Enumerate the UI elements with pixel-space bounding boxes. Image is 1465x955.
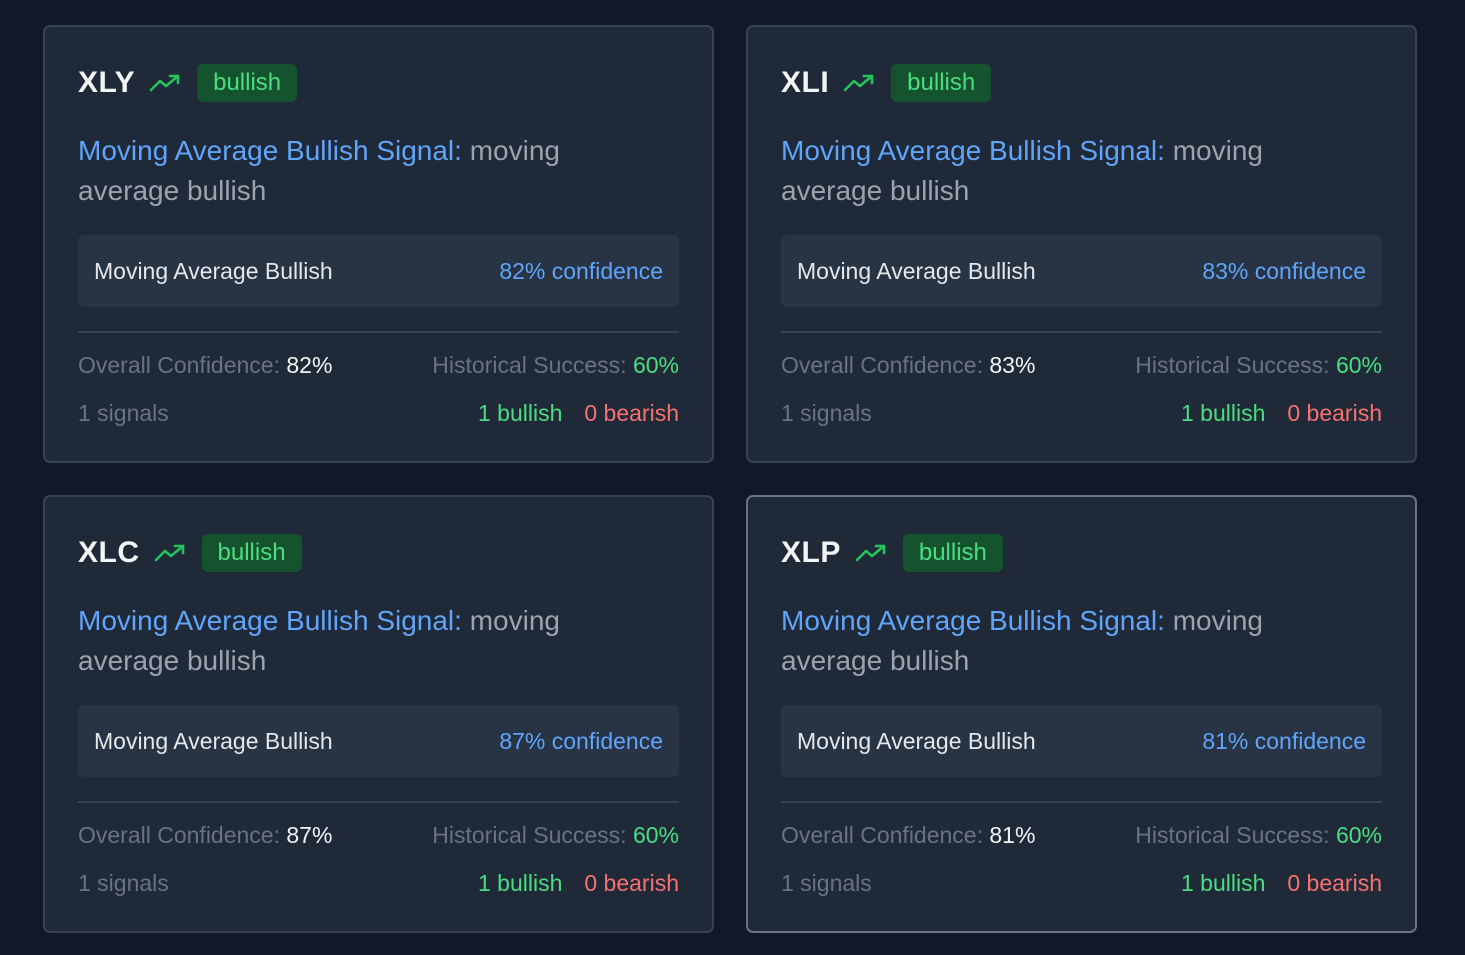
bearish-count: 0 bearish (1287, 870, 1382, 896)
stats-row: Overall Confidence: 83% Historical Succe… (781, 351, 1382, 379)
ticker-symbol: XLP (781, 536, 841, 569)
historical-success-value: 60% (1335, 352, 1382, 378)
signal-label: Moving Average Bullish Signal: (78, 605, 462, 636)
signals-count: 1 signals (781, 870, 872, 896)
divider (781, 801, 1382, 803)
historical-success-label: Historical Success: (432, 352, 627, 378)
signals-count: 1 signals (781, 400, 872, 426)
signal-label: Moving Average Bullish Signal: (781, 135, 1165, 166)
signal-confidence: 81% confidence (1202, 727, 1366, 754)
stats-row: Overall Confidence: 81% Historical Succe… (781, 821, 1382, 849)
sentiment-badge: bullish (891, 64, 992, 102)
card-header: XLC bullish (78, 533, 679, 573)
overall-confidence-label: Overall Confidence: (781, 352, 983, 378)
signal-description: Moving Average Bullish Signal: moving av… (781, 601, 1321, 681)
overall-confidence-label: Overall Confidence: (78, 822, 280, 848)
signal-row: Moving Average Bullish 87% confidence (78, 705, 679, 777)
card-header: XLP bullish (781, 533, 1382, 573)
bullish-count: 1 bullish (477, 870, 563, 896)
signals-count: 1 signals (78, 870, 169, 896)
bullish-count: 1 bullish (477, 400, 563, 426)
ticker-symbol: XLI (781, 66, 830, 99)
signal-confidence: 87% confidence (499, 727, 663, 754)
historical-success-label: Historical Success: (432, 822, 627, 848)
bullish-count: 1 bullish (1180, 870, 1266, 896)
stats-row: Overall Confidence: 82% Historical Succe… (78, 351, 679, 379)
bearish-count: 0 bearish (584, 870, 679, 896)
bearish-count: 0 bearish (584, 400, 679, 426)
divider (78, 331, 679, 333)
signal-row: Moving Average Bullish 81% confidence (781, 705, 1382, 777)
signals-count: 1 signals (78, 400, 169, 426)
trending-up-icon (843, 72, 877, 94)
overall-confidence-value: 82% (286, 352, 333, 378)
counts-row: 1 signals 1 bullish 0 bearish (78, 869, 679, 897)
counts-row: 1 signals 1 bullish 0 bearish (78, 399, 679, 427)
signal-card-grid: XLY bullish Moving Average Bullish Signa… (43, 25, 1417, 933)
overall-confidence-value: 81% (989, 822, 1036, 848)
signal-card-xlc[interactable]: XLC bullish Moving Average Bullish Signa… (43, 495, 714, 933)
counts-row: 1 signals 1 bullish 0 bearish (781, 399, 1382, 427)
signal-card-xlp[interactable]: XLP bullish Moving Average Bullish Signa… (746, 495, 1417, 933)
card-header: XLY bullish (78, 63, 679, 103)
ticker-symbol: XLC (78, 536, 140, 569)
signal-label: Moving Average Bullish Signal: (781, 605, 1165, 636)
signal-name: Moving Average Bullish (94, 727, 333, 754)
signal-row: Moving Average Bullish 82% confidence (78, 235, 679, 307)
signal-label: Moving Average Bullish Signal: (78, 135, 462, 166)
signal-card-xly[interactable]: XLY bullish Moving Average Bullish Signa… (43, 25, 714, 463)
signal-row: Moving Average Bullish 83% confidence (781, 235, 1382, 307)
ticker-symbol: XLY (78, 66, 136, 99)
signal-name: Moving Average Bullish (797, 257, 1036, 284)
trending-up-icon (149, 72, 183, 94)
overall-confidence-value: 83% (989, 352, 1036, 378)
historical-success-value: 60% (632, 352, 679, 378)
sentiment-badge: bullish (902, 534, 1003, 572)
bearish-count: 0 bearish (1287, 400, 1382, 426)
historical-success-value: 60% (1335, 822, 1382, 848)
counts-row: 1 signals 1 bullish 0 bearish (781, 869, 1382, 897)
sentiment-badge: bullish (201, 534, 302, 572)
signal-description: Moving Average Bullish Signal: moving av… (78, 601, 618, 681)
signal-card-xli[interactable]: XLI bullish Moving Average Bullish Signa… (746, 25, 1417, 463)
signal-description: Moving Average Bullish Signal: moving av… (781, 131, 1321, 211)
trending-up-icon (855, 542, 889, 564)
signal-name: Moving Average Bullish (797, 727, 1036, 754)
signal-confidence: 83% confidence (1202, 257, 1366, 284)
sentiment-badge: bullish (197, 64, 298, 102)
overall-confidence-label: Overall Confidence: (781, 822, 983, 848)
signal-confidence: 82% confidence (499, 257, 663, 284)
overall-confidence-label: Overall Confidence: (78, 352, 280, 378)
bullish-count: 1 bullish (1180, 400, 1266, 426)
card-header: XLI bullish (781, 63, 1382, 103)
historical-success-label: Historical Success: (1135, 352, 1330, 378)
overall-confidence-value: 87% (286, 822, 333, 848)
divider (781, 331, 1382, 333)
stats-row: Overall Confidence: 87% Historical Succe… (78, 821, 679, 849)
historical-success-value: 60% (632, 822, 679, 848)
trending-up-icon (154, 542, 188, 564)
signal-description: Moving Average Bullish Signal: moving av… (78, 131, 618, 211)
divider (78, 801, 679, 803)
historical-success-label: Historical Success: (1135, 822, 1330, 848)
signal-name: Moving Average Bullish (94, 257, 333, 284)
